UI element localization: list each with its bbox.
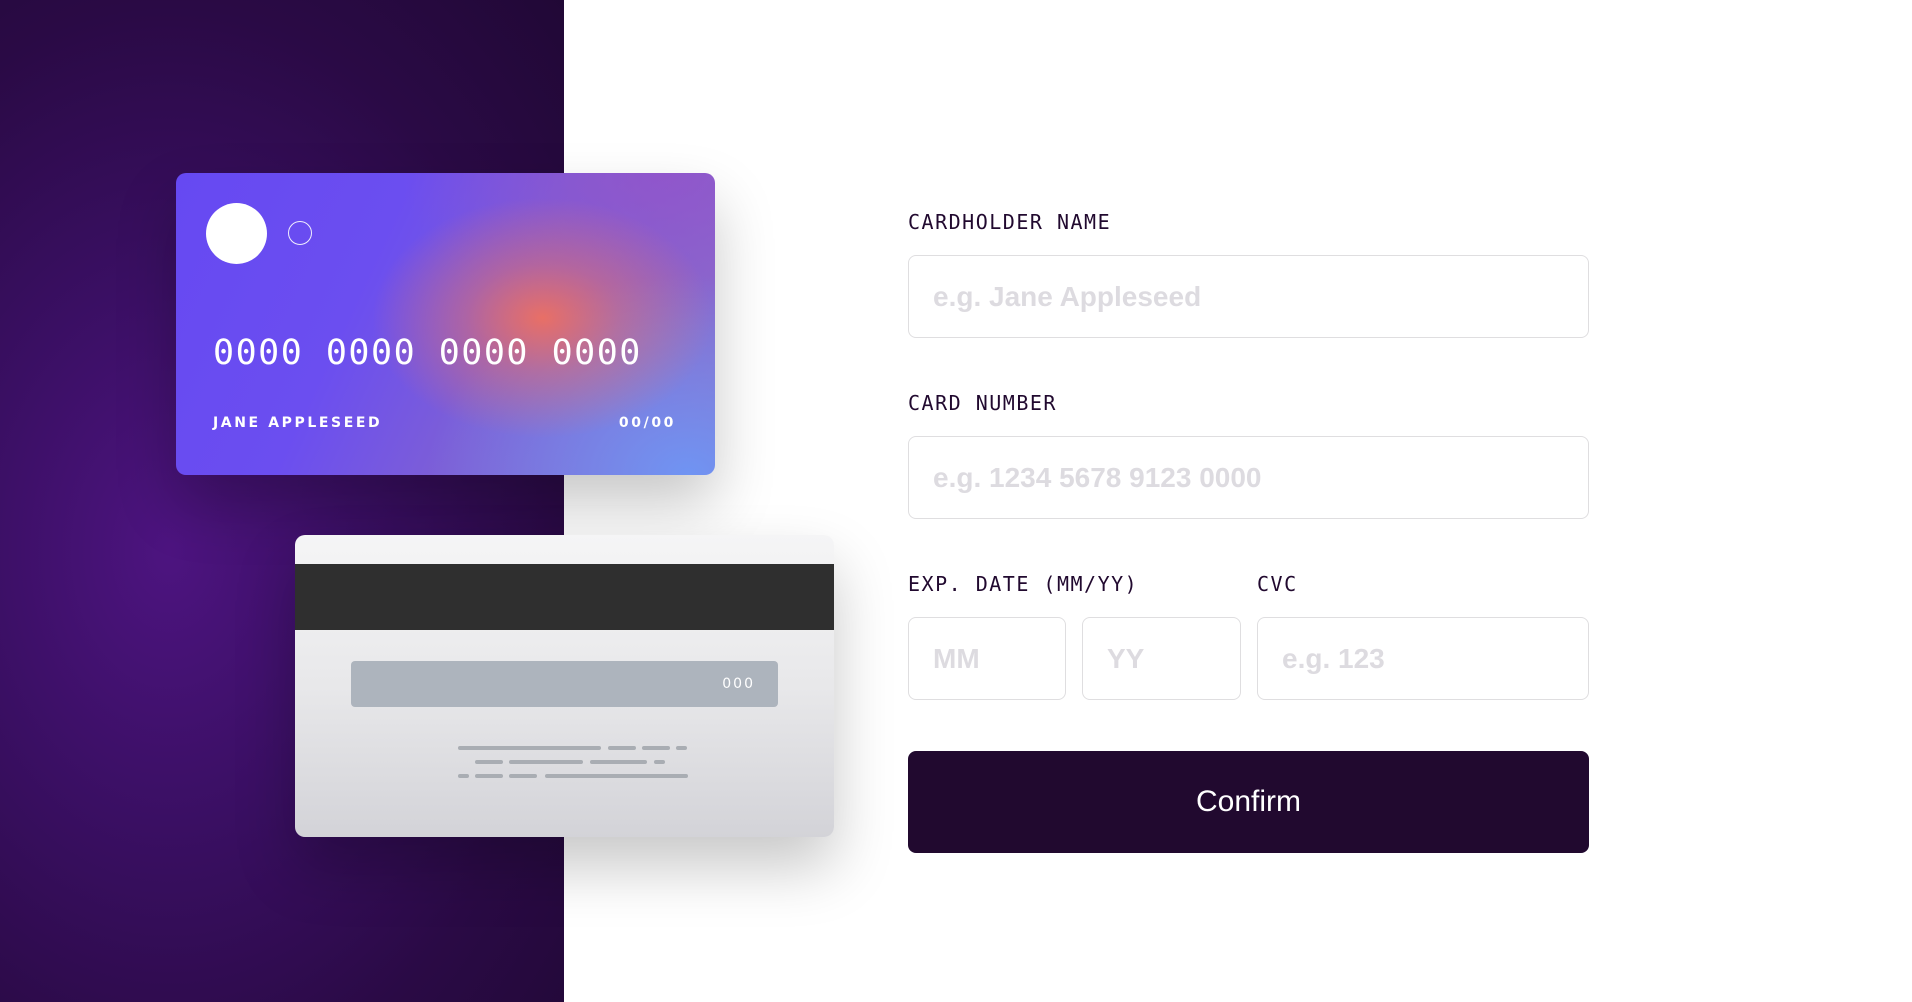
card-back-decor-line [642,746,670,750]
card-back-decor-line [676,746,687,750]
exp-date-label: EXP. DATE (MM/YY) [908,572,1139,596]
cardholder-name-input[interactable] [908,255,1589,338]
card-back: 000 [295,535,834,837]
card-number-label: CARD NUMBER [908,391,1057,415]
card-back-decor-line [590,760,647,764]
magnetic-stripe [295,564,834,630]
card-logo-outline-circle-icon [288,221,312,245]
exp-year-input[interactable] [1082,617,1241,700]
cvc-label: CVC [1257,572,1298,596]
card-back-decor-line [458,774,469,778]
cardholder-name-label: CARDHOLDER NAME [908,210,1112,234]
card-cvc-display: 000 [722,676,755,692]
card-number-display: 0000 0000 0000 0000 [213,333,642,373]
signature-strip: 000 [351,661,778,707]
card-logo-filled-circle-icon [206,203,267,264]
card-expiry-display: 00/00 [618,415,676,431]
card-back-decor-line [509,760,583,764]
card-front: 0000 0000 0000 0000 JANE APPLESEED 00/00 [176,173,715,475]
card-back-decor-line [458,746,601,750]
card-back-decor-line [475,760,503,764]
exp-month-input[interactable] [908,617,1066,700]
page: 0000 0000 0000 0000 JANE APPLESEED 00/00… [0,0,1912,1002]
side-panel-background [0,0,564,1002]
card-name-display: JANE APPLESEED [213,415,383,431]
card-number-input[interactable] [908,436,1589,519]
confirm-button[interactable]: Confirm [908,751,1589,853]
card-details-form: CARDHOLDER NAME CARD NUMBER EXP. DATE (M… [908,0,1589,1002]
card-back-decor-line [475,774,503,778]
card-back-decor-line [608,746,636,750]
card-back-decor-line [509,774,537,778]
card-back-decor-line [654,760,665,764]
card-back-decor-line [545,774,688,778]
cvc-input[interactable] [1257,617,1589,700]
